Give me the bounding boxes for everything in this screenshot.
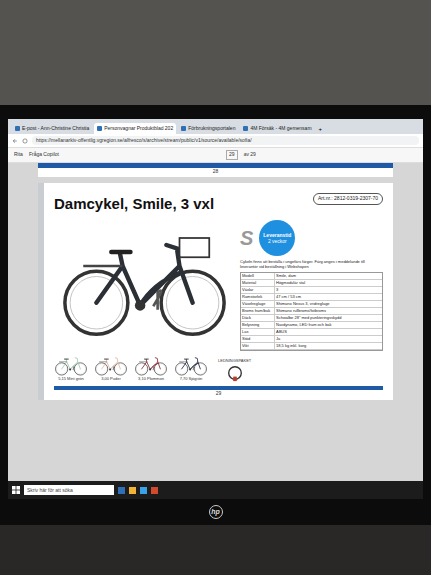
color-option: 7,70 Sjögrön [174,355,208,382]
tab-favicon-icon [15,126,20,131]
screen: E-post - Ann-Christine ChristiaPersonvag… [8,119,423,499]
spec-row: MaterialHögmodulär stål [241,280,382,287]
desk [0,525,431,575]
previous-page: 28 [38,163,393,178]
tab-favicon-icon [243,126,248,131]
browser-tab[interactable]: Förbrukningsportalen [178,123,238,135]
address-bar: https://mellanarkiv-offentlig.vgregion.s… [8,134,423,148]
wall [0,0,431,105]
draw-button[interactable]: Rita [14,151,23,159]
pdf-toolbar: Rita Fråga Copilot 29 av 29 [8,148,423,163]
search-box[interactable]: Skriv här för att söka [24,485,114,495]
back-icon[interactable] [12,138,18,144]
description: Cykeln finns att beställa i ungefärs fär… [240,259,383,269]
lock-option: LEDNINGSPAKET [218,358,251,382]
browser-tab[interactable]: Personvagnar Produktblad 202 [94,123,176,135]
color-option: 3,10 Plommon [134,355,168,382]
color-option: 3,00 Puder [94,355,128,382]
product-title: Damcykel, Smile, 3 vxl [54,193,214,216]
color-bike-icon [174,355,208,376]
browser-tab[interactable]: 4M Försäk - 4M gemensam [240,123,314,135]
monitor-chin: hp [8,499,423,525]
spec-row: Växlar3 [241,287,382,294]
color-bike-icon [94,355,128,376]
spec-row: Vikt18,5 kg inkl. korg [241,343,382,350]
url-field[interactable]: https://mellanarkiv-offentlig.vgregion.s… [32,136,419,145]
app-icon[interactable] [140,487,147,494]
page-number: 29 [216,390,222,398]
bike-image [57,231,232,340]
tab-favicon-icon [181,126,186,131]
app-icon[interactable] [151,487,158,494]
monitor: E-post - Ann-Christine ChristiaPersonvag… [0,105,431,525]
spec-row: BelysningNavdynamo, LED fram och bak [241,322,382,329]
tab-favicon-icon [97,126,102,131]
color-options: 5,15 Mint grön3,00 Puder3,10 Plommon7,70… [54,355,383,382]
app-icon[interactable] [118,487,125,494]
spec-row: ModellSmile, dam [241,273,382,280]
spec-table: ModellSmile, damMaterialHögmodulär stålV… [240,272,383,351]
photo: E-post - Ann-Christine ChristiaPersonvag… [0,0,431,575]
delivery-badge: Leveranstid2 veckor [259,220,295,256]
taskbar: Skriv här för att söka [8,481,423,499]
windows-icon[interactable] [12,486,20,494]
brand-logo: S [240,223,253,253]
spec-row: Broms fram/bakShimano rullbroms/fotbroms [241,308,382,315]
spec-row: StödJa [241,336,382,343]
app-icon[interactable] [129,487,136,494]
tab-bar: E-post - Ann-Christine ChristiaPersonvag… [8,119,423,134]
page-field[interactable]: 29 [226,150,238,160]
spec-row: VäxelreglageShimano Nexus 3, vridreglage [241,301,382,308]
hp-logo: hp [209,505,223,519]
spec-row: DäckSchwalbe 28" med punkteringsskydd [241,315,382,322]
reload-icon[interactable] [22,138,28,144]
browser-tab[interactable]: E-post - Ann-Christine Christia [12,123,92,135]
lock-icon [226,364,244,382]
spec-row: Ramstorlek47 cm / 53 cm [241,294,382,301]
color-option: 5,15 Mint grön [54,355,88,382]
pdf-area: 28 Damcykel, Smile, 3 vxl Art.nr.: 2812-03… [8,163,423,482]
color-bike-icon [54,355,88,376]
color-bike-icon [134,355,168,376]
new-tab-button[interactable]: + [317,125,325,134]
copilot-button[interactable]: Fråga Copilot [29,151,59,159]
page-count: av 29 [244,151,256,159]
article-number: Art.nr.: 2812-0319-2307-70 [313,193,383,205]
spec-row: LåsABUS [241,329,382,336]
pdf-page: Damcykel, Smile, 3 vxl Art.nr.: 2812-0319… [38,183,393,400]
